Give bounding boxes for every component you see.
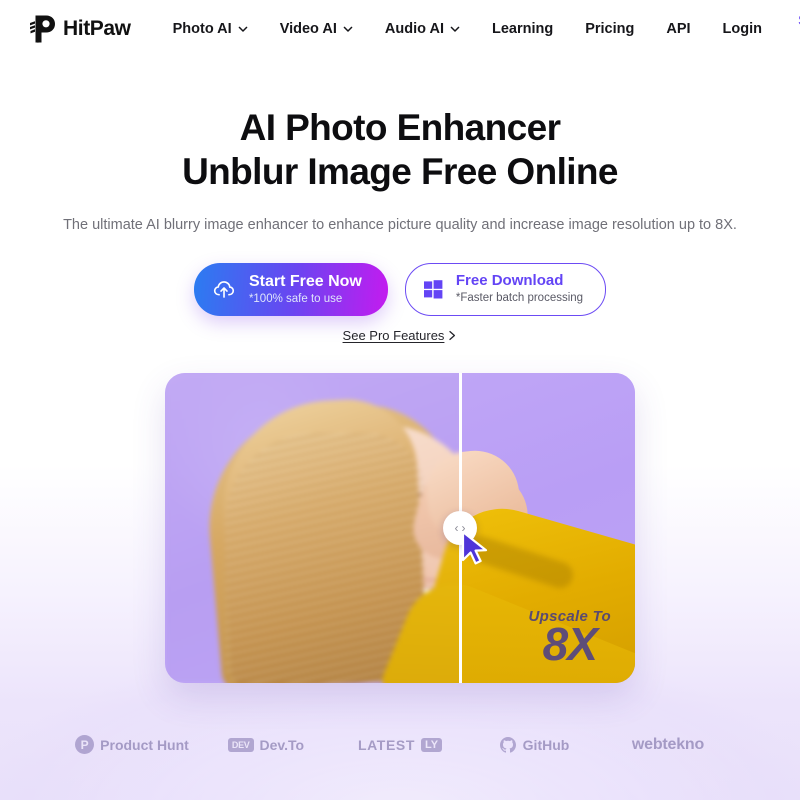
cloud-upload-icon (213, 280, 235, 298)
upscale-badge: Upscale To 8X (529, 608, 611, 670)
before-after-comparison[interactable]: ‹ › Upscale To 8X (165, 373, 635, 684)
partner-label: LATEST (357, 736, 415, 753)
partner-product-hunt[interactable]: P Product Hunt (65, 735, 199, 755)
brand-name: HitPaw (63, 17, 131, 40)
nav-label: Learning (491, 21, 554, 37)
partner-logo-row: P Product Hunt DEV Dev.To LATEST LY GitH… (0, 735, 800, 755)
main-navigation: Photo AI Video AI Audio AI Learning Pric… (157, 15, 778, 43)
see-pro-features-link[interactable]: See Pro Features (343, 328, 458, 343)
product-hunt-icon: P (75, 735, 95, 755)
page-root: HitPaw Photo AI Video AI Audio AI Learni… (0, 0, 800, 800)
nav-label: Login (722, 21, 762, 37)
start-free-now-labels: Start Free Now *100% safe to use (249, 272, 362, 308)
chevron-down-icon (343, 26, 353, 32)
free-download-labels: Free Download *Faster batch processing (456, 272, 583, 307)
chevron-right-icon (449, 331, 456, 341)
partner-latestly[interactable]: LATEST LY (333, 737, 467, 753)
chevron-down-icon (450, 26, 460, 32)
dev-to-icon: DEV (227, 737, 254, 752)
github-icon (499, 736, 516, 753)
nav-item-api[interactable]: API (650, 15, 706, 43)
nav-item-photo-ai[interactable]: Photo AI (157, 15, 264, 43)
nav-label: Audio AI (384, 21, 444, 37)
mouse-cursor-icon (461, 531, 488, 565)
start-free-now-sublabel: *100% safe to use (248, 292, 343, 305)
nav-label: Video AI (279, 21, 337, 37)
hero-section: AI Photo Enhancer Unblur Image Free Onli… (0, 58, 800, 755)
signup-button[interactable]: Sign up (778, 13, 800, 45)
partner-label: Dev.To (259, 736, 305, 753)
hitpaw-paw-logo-icon (30, 15, 55, 43)
nav-item-pricing[interactable]: Pricing (569, 15, 650, 43)
partner-dev-to[interactable]: DEV Dev.To (199, 737, 333, 753)
handle-left-arrow: ‹ (454, 521, 459, 536)
page-title: AI Photo Enhancer Unblur Image Free Onli… (0, 106, 800, 195)
upscale-value: 8X (542, 617, 598, 670)
nav-item-video-ai[interactable]: Video AI (264, 15, 369, 43)
partner-webtekno[interactable]: webtekno (601, 736, 735, 754)
free-download-label: Free Download (455, 272, 564, 290)
free-download-button[interactable]: Free Download *Faster batch processing (404, 263, 607, 316)
start-free-now-button[interactable]: Start Free Now *100% safe to use (193, 262, 388, 317)
nav-label: API (666, 21, 691, 37)
partner-label: GitHub (522, 736, 570, 753)
signup-label-line2: up (794, 29, 800, 45)
site-header: HitPaw Photo AI Video AI Audio AI Learni… (0, 0, 800, 58)
windows-icon (423, 280, 443, 299)
nav-label: Photo AI (172, 21, 232, 37)
nav-item-learning[interactable]: Learning (476, 15, 569, 43)
partner-github[interactable]: GitHub (467, 736, 601, 754)
nav-item-audio-ai[interactable]: Audio AI (369, 15, 476, 43)
nav-item-login[interactable]: Login (707, 15, 778, 43)
free-download-sublabel: *Faster batch processing (455, 292, 584, 305)
partner-label: webtekno (631, 735, 705, 753)
cta-button-row: Start Free Now *100% safe to use Free Do… (0, 262, 800, 317)
comparison-before-side (165, 373, 461, 684)
partner-label: Product Hunt (100, 736, 189, 753)
see-pro-features-label: See Pro Features (342, 328, 445, 344)
headline-line-1: AI Photo Enhancer (239, 107, 561, 148)
brand-logo[interactable]: HitPaw (28, 14, 131, 44)
signup-label-line1: Sign (794, 13, 800, 29)
hero-subtitle: The ultimate AI blurry image enhancer to… (63, 216, 737, 233)
start-free-now-label: Start Free Now (248, 272, 362, 290)
headline-line-2: Unblur Image Free Online (182, 151, 618, 193)
latestly-icon: LY (420, 737, 443, 752)
nav-label: Pricing (585, 21, 635, 37)
header-actions: Sign up (778, 12, 800, 46)
chevron-down-icon (238, 26, 248, 32)
before-photo (165, 373, 461, 684)
